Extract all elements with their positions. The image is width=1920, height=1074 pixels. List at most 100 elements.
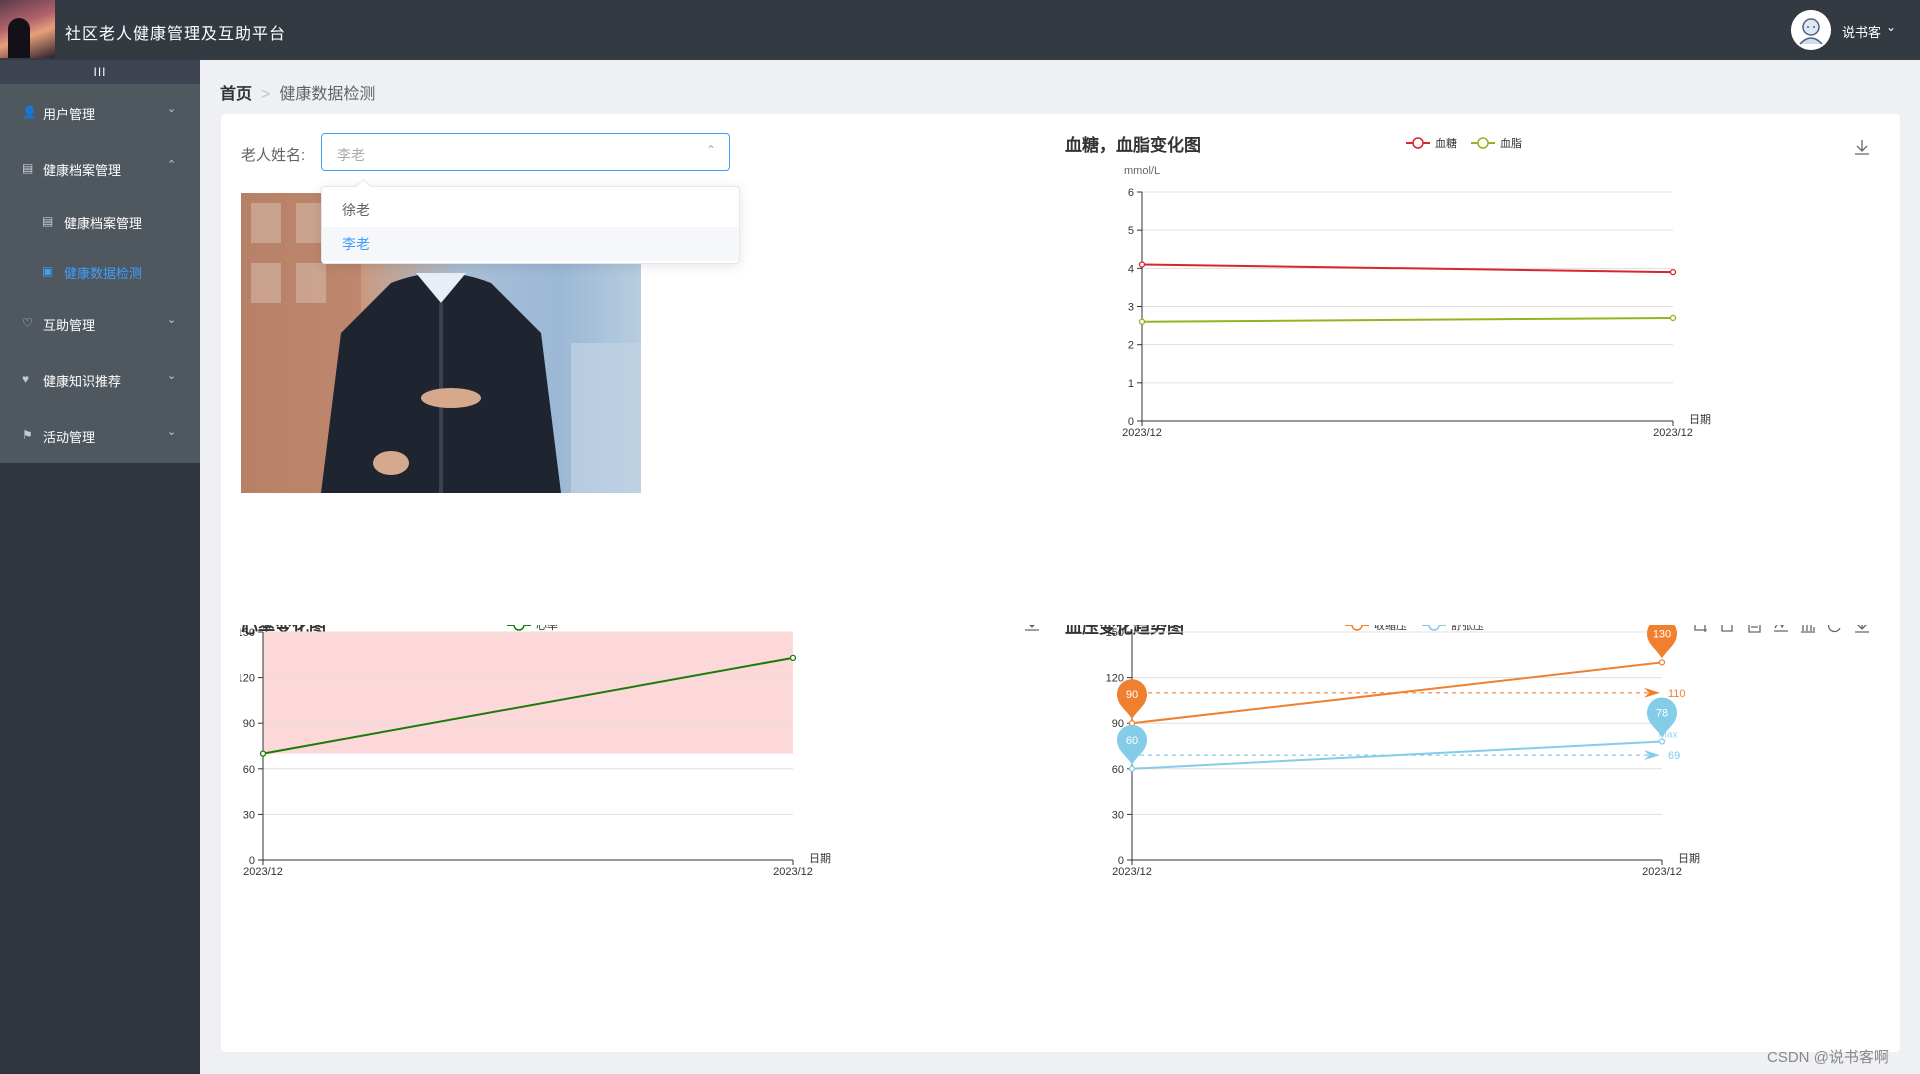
select-value: 李老 [337,147,365,163]
x-tick-label: 2023/12 [773,866,813,878]
download-icon[interactable] [1025,616,1039,631]
legend-marker [1412,137,1424,149]
top-header: 社区老人健康管理及互助平台 说书客 ⌄ [0,0,1920,60]
sidebar-item-label: 健康档案管理 [64,216,143,231]
legend-item[interactable]: 血糖 [1435,136,1457,150]
legend-marker [513,619,525,631]
breadcrumb-home[interactable]: 首页 [220,86,252,103]
heart-filled-icon: ♥ [22,372,30,386]
y-tick-label: 60 [1112,764,1124,776]
user-avatar[interactable] [1791,10,1831,50]
average-line-label: 110 [1668,688,1686,700]
chart-title: 血压变化趋势图 [1065,625,1184,637]
sidebar-collapse-toggle[interactable]: III [0,60,200,84]
breadcrumb: 首页 > 健康数据检测 [220,80,375,104]
sidebar-subitem-health-data-monitor[interactable]: ▣ 健康数据检测 [0,251,200,291]
document-icon: ▤ [22,161,34,175]
data-point [1669,268,1677,276]
y-tick-label: 1 [1128,378,1134,390]
chart-title: 血糖，血脂变化图 [1065,135,1201,155]
monitor-icon: ▣ [42,264,54,278]
sidebar-menu: III 👤 用户管理 ⌄ ▤ 健康档案管理 ⌃ ▤ 健康档案管理 ▣ 健康数据检… [0,60,200,463]
chevron-down-icon[interactable]: ⌄ [1886,20,1896,34]
heart-icon: ♡ [22,316,33,330]
sidebar-item-label: 活动管理 [43,430,96,445]
mark-point-label: 130 [1653,628,1671,640]
zoom-icon[interactable] [1693,618,1707,632]
sidebar-item-activity-management[interactable]: ⚑ 活动管理 ⌄ [0,415,200,455]
chevron-down-icon: ⌄ [167,426,177,438]
logo-image [0,0,55,58]
legend-marker [1351,619,1363,631]
user-icon: 👤 [22,105,37,119]
y-tick-label: 30 [243,809,255,821]
legend-item[interactable]: 舒张压 [1451,618,1484,632]
restore-icon[interactable] [1827,618,1841,633]
data-point [1128,765,1136,772]
app-title: 社区老人健康管理及互助平台 [65,24,287,43]
sidebar-item-health-knowledge[interactable]: ♥ 健康知识推荐 ⌄ [0,359,200,399]
mark-point-label: 60 [1126,735,1138,747]
document-icon: ▤ [42,214,54,228]
x-axis-label: 日期 [1678,852,1700,865]
avatar-icon [1791,10,1831,50]
y-tick-label: 90 [243,718,255,730]
watermark: CSDN @说书客啊 [1767,1049,1889,1066]
chart-canvas: 血糖，血脂变化图mmol/L01234562023/12 2023/12日期血糖血… [1065,135,1869,439]
legend-item[interactable]: 收缩压 [1374,618,1407,632]
series-line [1141,316,1674,323]
y-tick-label: 150 [1106,627,1124,639]
chart-heart-rate: 心率变化图BPM正常范围03060901201502023/122023/12日… [237,605,1050,1005]
bar-icon[interactable] [1801,620,1815,633]
download-icon[interactable] [1855,618,1869,633]
sidebar-subitem-health-records[interactable]: ▤ 健康档案管理 [0,201,200,241]
sidebar-item-label: 健康数据检测 [64,266,143,281]
sidebar-item-user-management[interactable]: 👤 用户管理 ⌄ [0,92,200,132]
breadcrumb-current: 健康数据检测 [279,86,376,103]
zoom-reset-icon[interactable] [1719,619,1733,632]
mark-point-label: 90 [1126,689,1138,701]
x-tick-label: 2023/12 [1112,866,1152,878]
sidebar: III 👤 用户管理 ⌄ ▤ 健康档案管理 ⌃ ▤ 健康档案管理 ▣ 健康数据检… [0,60,200,1074]
data-view-icon[interactable] [1748,617,1761,633]
data-point [1669,314,1677,322]
legend-marker [1477,137,1489,149]
elder-name-select[interactable]: 李老 ⌃ [321,133,730,171]
sidebar-item-mutual-aid[interactable]: ♡ 互助管理 ⌄ [0,303,200,343]
dropdown-option[interactable]: 徐老 [322,193,739,227]
x-tick-label: 2023/12 [243,866,283,878]
chevron-down-icon: ⌄ [167,314,177,326]
sidebar-item-label: 用户管理 [43,107,96,122]
breadcrumb-separator: > [261,86,271,103]
data-point [1658,659,1666,666]
dropdown-option-selected[interactable]: 李老 [322,227,739,261]
sidebar-item-health-records[interactable]: ▤ 健康档案管理 ⌃ [0,148,200,188]
user-name[interactable]: 说书客 [1842,22,1881,41]
elder-name-label: 老人姓名: [241,147,306,164]
chart-canvas: 心率变化图BPM正常范围03060901201502023/122023/12日… [237,605,1039,878]
legend-item[interactable]: 血脂 [1500,136,1522,150]
chevron-down-icon: ⌄ [167,370,177,382]
legend-item[interactable]: 心率 [536,618,558,632]
download-icon[interactable] [1855,140,1869,155]
sidebar-item-label: 健康知识推荐 [43,374,122,389]
y-tick-label: 90 [1112,718,1124,730]
y-axis-label: mmol/L [1124,165,1160,177]
sidebar-item-label: 互助管理 [43,318,96,333]
data-point [259,750,267,757]
elder-name-dropdown: 徐老 李老 [321,186,740,264]
x-tick-label: 2023/12 [1642,866,1682,878]
chart-blood-pressure: 血压变化趋势图mmhg03060901201502023/122023/12日期… [1060,605,1880,1005]
y-tick-label: 4 [1128,263,1134,275]
y-tick-label: 3 [1128,302,1134,314]
y-tick-label: 30 [1112,809,1124,821]
legend-marker [1428,619,1440,631]
y-tick-label: 5 [1128,225,1134,237]
normal-range-area [263,632,793,754]
chevron-up-icon: ⌃ [167,159,177,171]
average-line-label: 69 [1668,750,1680,762]
chart-blood-sugar-lipid: 血糖，血脂变化图 mmol/L 0 1 2 3 4 5 6 2023/12 2023/12 日期 血糖血… [1060,125,1880,505]
chevron-up-icon: ⌃ [706,143,717,157]
line-icon[interactable] [1774,618,1788,632]
sidebar-item-label: 健康档案管理 [43,163,122,178]
